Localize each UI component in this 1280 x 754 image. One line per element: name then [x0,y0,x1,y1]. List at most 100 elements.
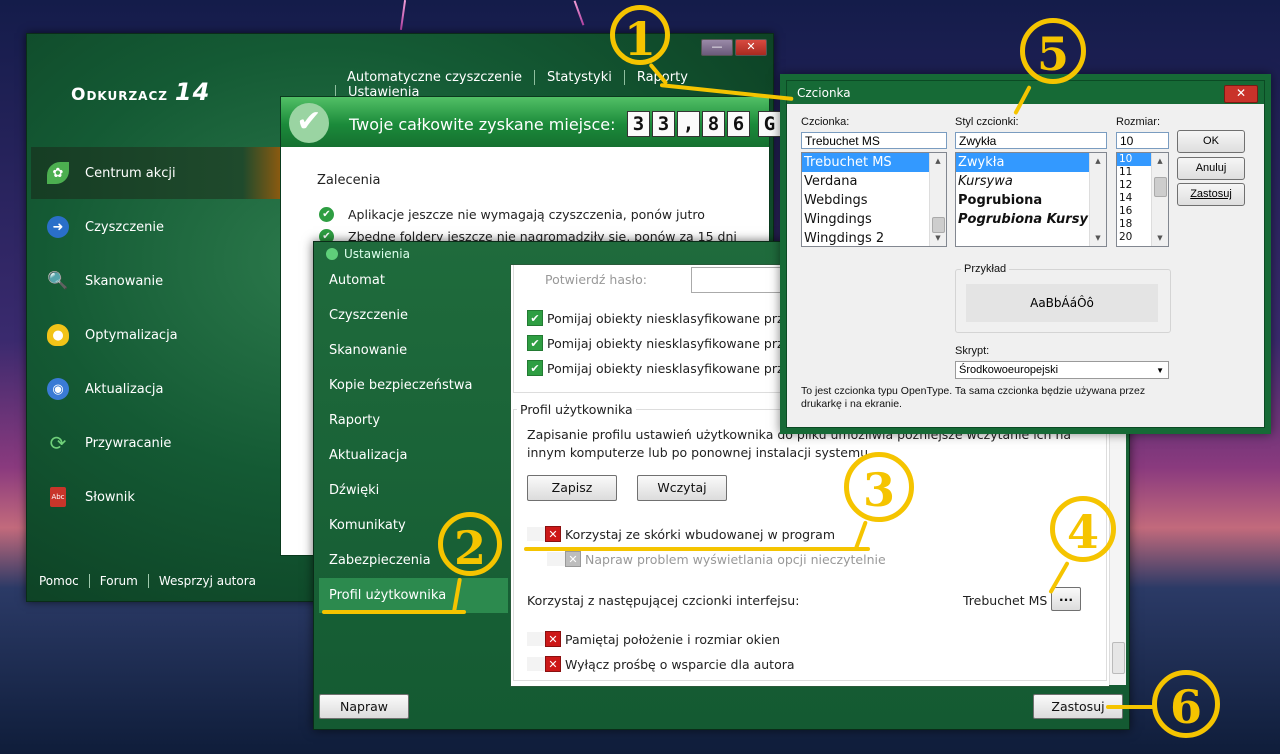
checkbox-checked[interactable]: ✔ [527,335,543,351]
sidebar-item-restore[interactable]: ⟳ Przywracanie [31,417,280,469]
font-style-list[interactable]: Zwykła Kursywa Pogrubiona Pogrubiona Kur… [955,152,1107,247]
sidebar-item-label: Czyszczenie [85,219,165,235]
font-size-label: Rozmiar: [1116,116,1161,128]
font-size-list[interactable]: 10 11 12 14 16 18 20 ▲ ▼ [1116,152,1169,247]
close-button[interactable]: ✕ [1224,85,1258,103]
interface-font-label: Korzystaj z następującej czcionki interf… [527,593,800,608]
nav-statistics[interactable]: Statystyki [534,70,624,85]
checkbox-frame [527,632,545,646]
dictionary-icon: Abc [50,487,66,507]
settings-nav-backups[interactable]: Kopie bezpieczeństwa [319,368,508,403]
callout-3: 3 [844,452,914,522]
arrow-right-icon: ➜ [47,216,69,238]
minimize-button[interactable]: — [701,39,733,56]
scrollbar[interactable]: ▲ ▼ [1151,153,1168,246]
recommendation-item: ✔ Aplikacje jeszcze nie wymagają czyszcz… [319,207,705,222]
sidebar-item-update[interactable]: ◉ Aktualizacja [31,363,280,415]
settings-nav-reports[interactable]: Raporty [319,403,508,438]
help-link[interactable]: Pomoc [27,574,89,588]
space-saved-header: ✔ Twoje całkowite zyskane miejsce: 3 3 ,… [281,97,806,147]
settings-nav-scanning[interactable]: Skanowanie [319,333,508,368]
callout-5: 5 [1020,18,1086,84]
font-dialog: Czcionka ✕ Czcionka: Trebuchet MS Trebuc… [786,80,1265,428]
settings-nav-user-profile[interactable]: Profil użytkownika [319,578,508,613]
counter-digit: , [677,111,700,137]
checkbox-unchecked[interactable]: ✕ [545,631,561,647]
font-style-input[interactable]: Zwykła [955,132,1107,149]
settings-title: Ustawienia [326,247,410,261]
checkmark-icon: ✔ [289,103,329,143]
globe-icon: ◉ [47,378,69,400]
list-item[interactable]: Pogrubiona [956,191,1106,210]
sky-streak [399,0,407,30]
checkbox-unchecked[interactable]: ✕ [545,656,561,672]
counter-digit: 3 [627,111,650,137]
check-icon: ✔ [319,207,334,222]
list-item[interactable]: Pogrubiona Kursywa [956,210,1106,229]
checkbox-frame [527,657,545,671]
sidebar-item-action-center[interactable]: ✿ Centrum akcji [31,147,280,199]
checkbox-checked[interactable]: ✔ [527,310,543,326]
save-profile-button[interactable]: Zapisz [527,475,617,501]
sample-label: Przykład [961,263,1010,275]
list-item[interactable]: Zwykła [956,153,1106,172]
font-size-input[interactable]: 10 [1116,132,1169,149]
settings-nav-cleaning[interactable]: Czyszczenie [319,298,508,333]
forum-link[interactable]: Forum [88,574,148,588]
list-item[interactable]: Webdings [802,191,946,210]
apply-button[interactable]: Zastosuj [1177,183,1245,206]
choose-font-button[interactable]: ... [1051,587,1081,611]
skin-option[interactable]: ✕ Korzystaj ze skórki wbudowanej w progr… [527,526,835,542]
close-button[interactable]: ✕ [735,39,767,56]
repair-button[interactable]: Napraw [319,694,409,719]
checkbox-disabled[interactable]: ✕ [565,551,581,567]
load-profile-button[interactable]: Wczytaj [637,475,727,501]
font-label: Czcionka: [801,116,850,128]
settings-nav-update[interactable]: Aktualizacja [319,438,508,473]
cancel-button[interactable]: Anuluj [1177,157,1245,180]
settings-nav-automat[interactable]: Automat [319,263,508,298]
skip-option[interactable]: ✔ Pomijaj obiekty niesklasyfikowane prz [527,360,784,376]
checkbox-checked[interactable]: ✔ [527,360,543,376]
recommendations-title: Zalecenia [317,173,381,188]
footer-links: Pomoc Forum Wesprzyj autora [27,574,267,588]
scrollbar[interactable]: ▲ ▼ [1089,153,1106,246]
confirm-password-input[interactable] [691,267,788,293]
skip-option[interactable]: ✔ Pomijaj obiekty niesklasyfikowane prz [527,335,784,351]
fix-display-option[interactable]: ✕ Napraw problem wyświetlania opcji niec… [547,551,886,567]
script-select[interactable]: Środkowoeuropejski ▼ [955,361,1169,379]
list-item[interactable]: Kursywa [956,172,1106,191]
callout-3-underline [524,547,870,551]
list-item[interactable]: Wingdings [802,210,946,229]
chevron-down-icon: ▼ [1156,366,1164,375]
list-item[interactable]: Verdana [802,172,946,191]
sidebar-item-cleaning[interactable]: ➜ Czyszczenie [31,201,280,253]
list-item[interactable]: Trebuchet MS [802,153,946,172]
remember-window-option[interactable]: ✕ Pamiętaj położenie i rozmiar okien [527,631,780,647]
nav-auto-clean[interactable]: Automatyczne czyszczenie [335,70,534,85]
sidebar-item-scanning[interactable]: 🔍 Skanowanie [31,255,280,307]
skip-option[interactable]: ✔ Pomijaj obiekty niesklasyfikowane prz [527,310,784,326]
sidebar-item-dictionary[interactable]: Abc Słownik [31,471,280,523]
refresh-icon: ⟳ [49,431,67,455]
font-list[interactable]: Trebuchet MS Verdana Webdings Wingdings … [801,152,947,247]
font-name-input[interactable]: Trebuchet MS [801,132,947,149]
confirm-password-label: Potwierdź hasło: [545,272,647,287]
lightbulb-icon: ● [47,324,69,346]
interface-font-value: Trebuchet MS [963,593,1048,608]
scrollbar[interactable]: ▲ ▼ [929,153,946,246]
list-item[interactable]: Wingdings 2 [802,229,946,246]
checkbox-unchecked[interactable]: ✕ [545,526,561,542]
scrollbar-thumb[interactable] [1112,642,1125,674]
counter-digit: 3 [652,111,675,137]
sidebar-item-label: Słownik [85,489,135,505]
support-author-link[interactable]: Wesprzyj autora [147,574,267,588]
sidebar-item-optimization[interactable]: ● Optymalizacja [31,309,280,361]
sidebar-item-label: Aktualizacja [85,381,164,397]
callout-2: 2 [438,512,502,576]
ok-button[interactable]: OK [1177,130,1245,153]
disable-support-option[interactable]: ✕ Wyłącz prośbę o wsparcie dla autora [527,656,795,672]
callout-6-connector [1106,705,1154,709]
settings-nav-sounds[interactable]: Dźwięki [319,473,508,508]
font-info: To jest czcionka typu OpenType. Ta sama … [801,385,1146,410]
